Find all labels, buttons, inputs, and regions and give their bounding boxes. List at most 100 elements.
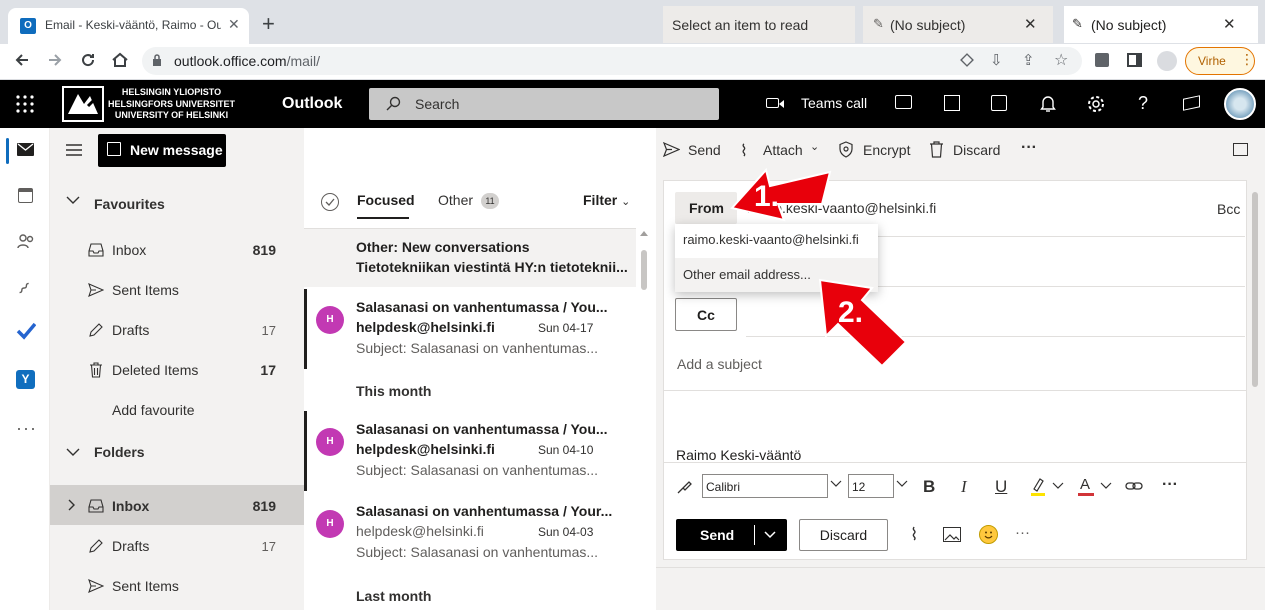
settings-gear-icon[interactable] (1086, 94, 1106, 114)
search-icon (385, 96, 401, 112)
list-scroll-thumb[interactable] (641, 250, 647, 290)
annotation-arrow-2: 2. (818, 278, 908, 368)
browser-tab[interactable]: O Email - Keski-vääntö, Raimo - Ou ✕ (8, 8, 249, 44)
share-icon[interactable]: ⇪ (1022, 51, 1035, 69)
link-icon[interactable] (1125, 480, 1143, 492)
send-options-chevron-icon[interactable] (764, 530, 776, 540)
font-color-chevron-icon[interactable] (1100, 481, 1112, 491)
folders-chevron-icon[interactable] (66, 447, 80, 457)
tab-close-icon[interactable]: ✕ (228, 16, 240, 33)
folders-heading[interactable]: Folders (94, 444, 145, 460)
people-icon[interactable] (17, 233, 35, 249)
tab-select-item[interactable]: Select an item to read (663, 6, 855, 43)
app-launcher-icon[interactable] (16, 95, 34, 113)
kebab-menu-icon[interactable]: ⋮ (1240, 51, 1254, 68)
favourite-deleted-items[interactable]: Deleted Items 17 (50, 350, 304, 390)
close-draft-1-icon[interactable]: ✕ (1024, 15, 1037, 33)
more-send-options-icon[interactable]: ··· (1015, 524, 1030, 541)
filter-button[interactable]: Filter ⌄ (583, 192, 630, 208)
list-scrollbar[interactable] (638, 228, 650, 610)
emoji-icon[interactable] (979, 525, 998, 544)
select-all-circle-icon[interactable] (321, 193, 339, 211)
back-icon[interactable] (12, 50, 32, 70)
add-favourite-link[interactable]: Add favourite (112, 402, 195, 418)
highlight-icon[interactable] (1030, 477, 1046, 497)
send-button-label: Send (700, 527, 735, 543)
bookmark-star-icon[interactable]: ☆ (1054, 50, 1068, 70)
help-icon[interactable]: ? (1138, 93, 1148, 114)
popout-icon[interactable] (1233, 143, 1248, 156)
format-painter-icon[interactable] (675, 478, 693, 496)
mail-icon[interactable] (17, 143, 34, 156)
profile-avatar-icon[interactable] (1157, 51, 1177, 71)
hamburger-icon[interactable] (66, 143, 82, 157)
folder-drafts[interactable]: Drafts 17 (50, 526, 304, 566)
favourite-sent-items[interactable]: Sent Items (50, 270, 304, 310)
university-logo[interactable]: HELSINGIN YLIOPISTO HELSINGFORS UNIVERSI… (62, 86, 242, 122)
download-icon[interactable]: ⇩ (990, 51, 1003, 69)
todo-icon[interactable] (16, 322, 36, 340)
scroll-up-arrow-icon[interactable] (640, 231, 648, 236)
side-panel-icon[interactable] (1127, 53, 1142, 67)
font-color-icon[interactable]: A (1078, 476, 1094, 496)
tab-other[interactable]: Other 11 (438, 192, 499, 209)
folder-count-badge: 17 (261, 538, 276, 554)
discard-button[interactable]: Discard (799, 519, 888, 551)
home-icon[interactable] (110, 50, 130, 70)
highlight-chevron-icon[interactable] (1052, 481, 1064, 491)
folder-inbox[interactable]: Inbox 819 (50, 486, 304, 526)
close-draft-2-icon[interactable]: ✕ (1223, 15, 1236, 33)
profile-error-button[interactable]: Virhe ⋮ (1185, 47, 1255, 75)
tab-draft-2[interactable]: ✎ (No subject) ✕ (1064, 6, 1258, 43)
font-select[interactable]: Calibri (702, 474, 828, 498)
favourite-inbox[interactable]: Inbox 819 (50, 230, 304, 270)
user-avatar[interactable] (1224, 88, 1256, 120)
office-icon[interactable] (944, 95, 960, 111)
app-title[interactable]: Outlook (282, 95, 342, 113)
message-list-item[interactable]: H Salasanasi on vanhentumassa / Your... he… (304, 493, 636, 573)
cc-button[interactable]: Cc (675, 298, 737, 331)
search-box[interactable]: Search (369, 88, 719, 120)
bcc-link[interactable]: Bcc (1217, 201, 1240, 217)
send-button[interactable]: Send (676, 519, 787, 551)
favourite-drafts[interactable]: Drafts 17 (50, 310, 304, 350)
attach-file-icon[interactable]: ⌇ (910, 525, 918, 545)
new-tab-button[interactable]: + (262, 11, 275, 37)
todo-check-icon[interactable] (991, 95, 1007, 111)
compose-scrollbar[interactable] (1250, 180, 1260, 560)
folder-count-badge: 17 (260, 362, 276, 378)
subject-input[interactable]: Add a subject (677, 356, 762, 372)
bell-icon[interactable] (1040, 95, 1056, 113)
message-list-item[interactable]: H Salasanasi on vanhentumassa / You... hel… (304, 411, 636, 491)
other-conversations-banner[interactable]: Other: New conversations Tietotekniikan … (304, 229, 636, 287)
more-formatting-icon[interactable]: ··· (1162, 476, 1178, 494)
dropdown-option-primary[interactable]: raimo.keski-vaanto@helsinki.fi (683, 232, 859, 247)
chat-icon[interactable] (895, 95, 912, 109)
insert-picture-icon[interactable] (943, 527, 961, 542)
font-size-select[interactable]: 12 (848, 474, 894, 498)
tab-draft-1[interactable]: ✎ (No subject) ✕ (863, 6, 1053, 43)
more-apps-icon[interactable]: ··· (16, 418, 37, 439)
yammer-icon[interactable]: Y (16, 370, 35, 389)
font-chevron-icon[interactable] (830, 479, 842, 489)
install-app-icon[interactable] (960, 53, 974, 67)
underline-icon[interactable]: U (995, 477, 1007, 497)
bold-icon[interactable]: B (923, 477, 935, 497)
reload-icon[interactable] (78, 50, 98, 70)
more-actions-icon[interactable]: ··· (1021, 139, 1037, 157)
extensions-icon[interactable] (1095, 53, 1109, 67)
italic-icon[interactable]: I (961, 477, 967, 497)
sender-avatar: H (316, 428, 344, 456)
new-message-button[interactable]: New message (98, 134, 226, 167)
calendar-icon[interactable] (18, 188, 33, 203)
message-preview: Subject: Salasanasi on vanhentumas... (356, 544, 599, 560)
address-bar[interactable]: outlook.office.com/mail/ ⇩ ⇪ ☆ (142, 47, 1082, 75)
tab-focused[interactable]: Focused (357, 192, 415, 219)
folder-sent-items[interactable]: Sent Items (50, 566, 304, 606)
message-list-item[interactable]: H Salasanasi on vanhentumassa / You... hel… (304, 289, 636, 369)
forward-icon[interactable] (45, 50, 65, 70)
favourites-chevron-icon[interactable] (66, 195, 80, 205)
compose-scroll-thumb[interactable] (1252, 192, 1258, 387)
favourites-heading[interactable]: Favourites (94, 196, 165, 212)
font-size-chevron-icon[interactable] (896, 479, 908, 489)
